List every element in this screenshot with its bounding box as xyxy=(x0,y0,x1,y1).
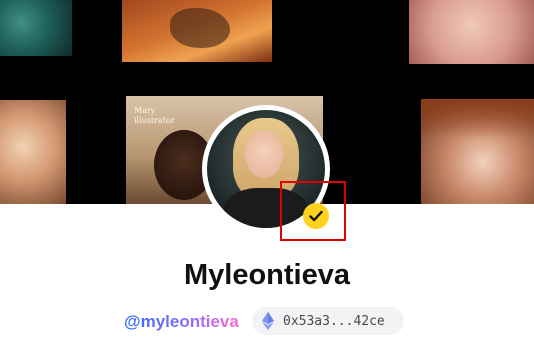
artwork-caption: Mary illustrator xyxy=(134,106,175,125)
artwork-laughing-face[interactable] xyxy=(0,100,66,204)
verified-check-icon xyxy=(303,203,329,229)
profile-handle-link[interactable]: @myleontieva xyxy=(124,312,239,332)
artwork-orange-figure[interactable] xyxy=(122,0,272,62)
profile-name: Myleontieva xyxy=(184,259,350,291)
artwork-hand-skin[interactable] xyxy=(409,0,534,64)
wallet-address: 0x53a3...42ce xyxy=(283,313,385,329)
artwork-teal-figure[interactable] xyxy=(0,0,72,56)
ethereum-icon xyxy=(262,312,274,330)
artwork-redhead-portrait[interactable] xyxy=(421,99,534,204)
wallet-address-chip[interactable]: 0x53a3...42ce xyxy=(252,307,404,335)
